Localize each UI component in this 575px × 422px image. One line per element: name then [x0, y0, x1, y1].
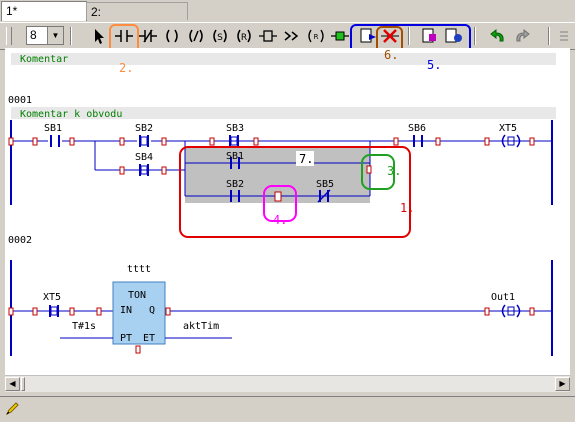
svg-text:SB1: SB1 [226, 151, 244, 162]
svg-text:R: R [241, 33, 247, 43]
annotation-7-label: 7. [299, 152, 313, 166]
pt-value: T#1s [72, 321, 96, 332]
coil-out1[interactable]: Out1 [491, 292, 521, 318]
coil-reset-icon[interactable]: R [234, 26, 254, 46]
contact-nc-icon[interactable] [138, 26, 158, 46]
annotation-4-label: 4. [273, 213, 287, 227]
coil-icon[interactable] [162, 26, 182, 46]
toolbar-separator [474, 27, 476, 45]
comment-top: Komentar [20, 54, 68, 65]
svg-text:TON: TON [128, 290, 146, 301]
zoom-select[interactable]: 8 ▼ [26, 26, 64, 45]
ladder-diagram-canvas[interactable]: Komentar 0001 Komentar k obvodu SB1 SB2 … [5, 48, 570, 375]
toolbar-grip [6, 27, 12, 45]
svg-text:Q: Q [149, 305, 155, 316]
svg-text:SB6: SB6 [408, 123, 426, 134]
svg-text:Out1: Out1 [491, 292, 515, 303]
scroll-right-icon[interactable]: ▶ [555, 377, 570, 391]
network-number-2: 0002 [8, 235, 32, 246]
svg-text:SB5: SB5 [316, 179, 334, 190]
return-icon[interactable]: R [306, 26, 326, 46]
svg-text:tttt: tttt [127, 264, 151, 275]
svg-text:ET: ET [143, 333, 155, 344]
svg-text:XT5: XT5 [499, 123, 517, 134]
more-icon[interactable] [554, 26, 574, 46]
annotation-6-label: 6. [384, 48, 399, 62]
q-variable: aktTim [183, 321, 219, 332]
scroll-left-icon[interactable]: ◀ [5, 377, 20, 391]
coil-negated-icon[interactable] [186, 26, 206, 46]
toolbar: 8 ▼ S R R [0, 22, 575, 72]
pencil-icon [4, 401, 20, 417]
svg-text:SB2: SB2 [226, 179, 244, 190]
svg-text:IN: IN [120, 305, 132, 316]
network-comment-1: Komentar k obvodu [20, 109, 122, 120]
function-block-icon[interactable] [258, 26, 278, 46]
chevron-down-icon[interactable]: ▼ [47, 27, 63, 44]
annotation-5-label: 5. [427, 58, 442, 72]
redo-icon[interactable] [512, 26, 532, 46]
svg-text:SB2: SB2 [135, 123, 153, 134]
network-number-1: 0001 [8, 95, 32, 106]
contact-sb6[interactable]: SB6 [408, 123, 426, 147]
svg-text:R: R [314, 33, 319, 41]
function-block-ton[interactable]: tttt TON IN Q PT ET [112, 264, 166, 345]
svg-text:XT5: XT5 [43, 292, 61, 303]
jump-icon[interactable] [282, 26, 302, 46]
tab-prgmain[interactable]: 1* prgMain.LD [1, 1, 87, 36]
annotation-3-label: 3. [387, 164, 401, 178]
ladder-diagram: Komentar 0001 Komentar k obvodu SB1 SB2 … [8, 53, 556, 356]
status-bar [0, 396, 575, 421]
variable-icon[interactable] [330, 26, 350, 46]
pointer-icon[interactable] [88, 26, 108, 46]
contact-sb2[interactable]: SB2 [135, 123, 153, 147]
annotation-2-label: 2. [119, 61, 134, 75]
toolbar-separator [70, 27, 72, 45]
svg-text:S: S [217, 33, 223, 43]
contact-sb1[interactable]: SB1 [44, 123, 62, 147]
svg-text:SB1: SB1 [44, 123, 62, 134]
zoom-value: 8 [30, 28, 37, 42]
coil-xt5[interactable]: XT5 [499, 123, 521, 148]
svg-text:PT: PT [120, 333, 132, 344]
scroll-thumb[interactable] [21, 377, 25, 391]
comment-band [11, 53, 556, 65]
contact-sb3[interactable]: SB3 [226, 123, 244, 147]
tab-plc-loader[interactable]: 2: PLC_loader1.mcf [86, 2, 188, 37]
toolbar-separator [548, 27, 550, 45]
contact-sb4[interactable]: SB4 [135, 152, 153, 176]
contact-xt5[interactable]: XT5 [43, 292, 61, 317]
coil-set-icon[interactable]: S [210, 26, 230, 46]
horizontal-scrollbar[interactable]: ◀ ▶ [5, 375, 570, 392]
document-tabs: 1* prgMain.LD 2: PLC_loader1.mcf [0, 0, 575, 37]
undo-icon[interactable] [488, 26, 508, 46]
annotation-1-label: 1. [400, 201, 414, 215]
svg-text:SB4: SB4 [135, 152, 153, 163]
svg-text:SB3: SB3 [226, 123, 244, 134]
